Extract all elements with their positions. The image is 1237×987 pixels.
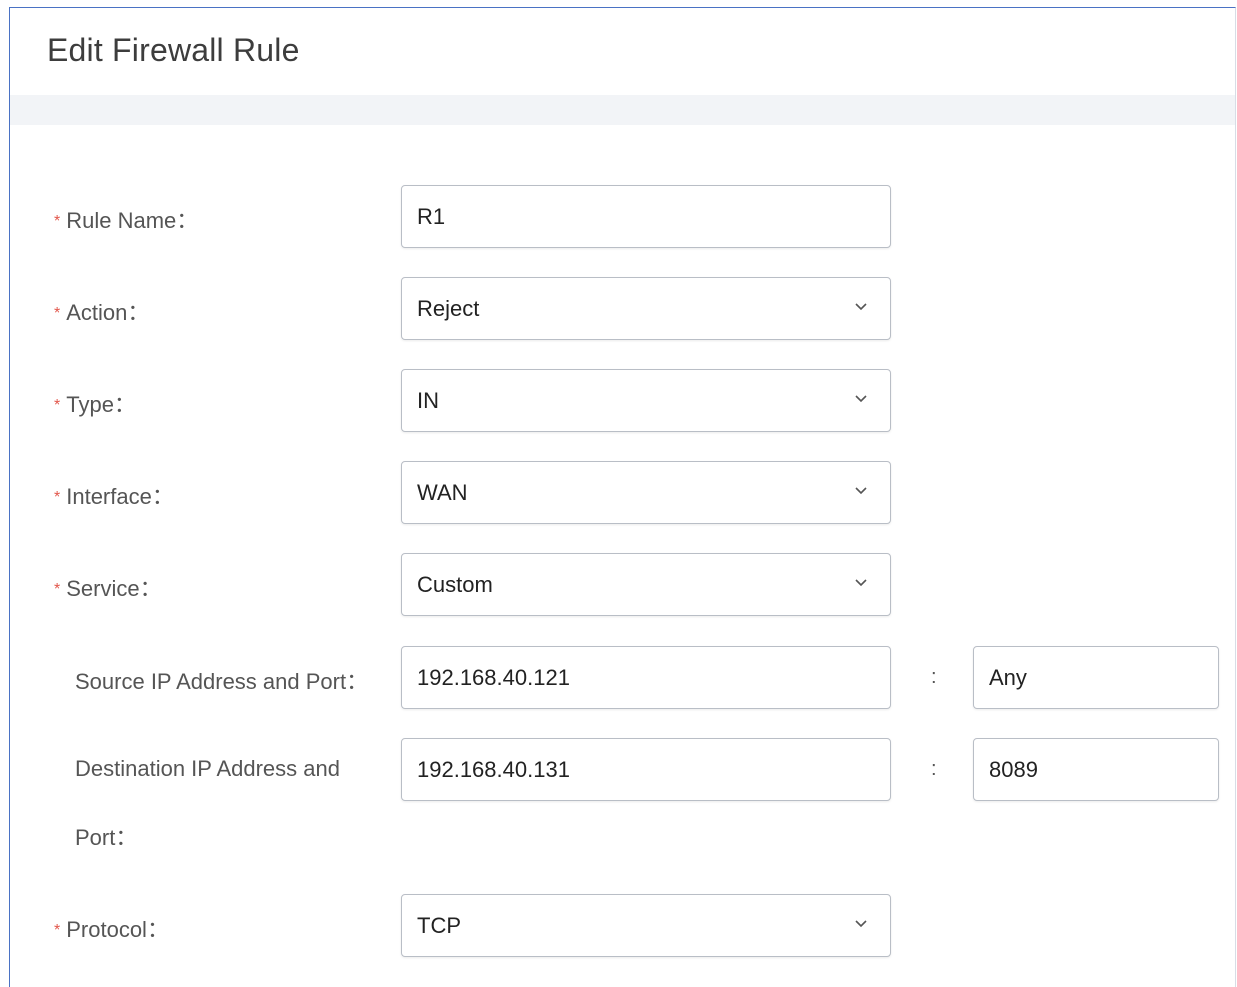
chevron-down-icon — [855, 486, 867, 494]
destination-row: Destination IP Address and Port： 192.168… — [10, 738, 1235, 858]
destination-label-line2: Port： — [75, 825, 138, 850]
destination-separator: : — [931, 758, 937, 780]
required-marker: * — [54, 397, 61, 414]
protocol-select[interactable]: TCP — [401, 894, 891, 957]
destination-port-input[interactable]: 8089 — [973, 738, 1219, 801]
service-select[interactable]: Custom — [401, 553, 891, 616]
interface-label: * Interface： — [54, 484, 174, 509]
chevron-down-icon — [855, 919, 867, 927]
type-label: * Type： — [54, 392, 136, 417]
required-marker: * — [54, 922, 61, 939]
type-selected-value: IN — [417, 387, 439, 413]
chevron-down-icon — [855, 394, 867, 402]
source-port-input[interactable]: Any — [973, 646, 1219, 709]
required-marker: * — [54, 581, 61, 598]
protocol-label: * Protocol： — [54, 917, 169, 942]
action-row: * Action： Reject — [10, 277, 1235, 340]
destination-ip-value: 192.168.40.131 — [417, 756, 570, 782]
required-marker: * — [54, 305, 61, 322]
destination-ip-input[interactable]: 192.168.40.131 — [401, 738, 891, 801]
destination-label-line1: Destination IP Address and — [75, 756, 340, 781]
rule-name-input[interactable]: R1 — [401, 185, 891, 248]
source-row: Source IP Address and Port： 192.168.40.1… — [10, 646, 1235, 709]
dialog-title: Edit Firewall Rule — [47, 32, 300, 68]
source-ip-value: 192.168.40.121 — [417, 664, 570, 690]
rule-name-label: * Rule Name： — [54, 208, 199, 233]
header-divider-band — [10, 95, 1235, 125]
source-label: Source IP Address and Port： — [75, 669, 369, 694]
action-select[interactable]: Reject — [401, 277, 891, 340]
source-port-value: Any — [989, 664, 1027, 690]
edit-firewall-rule-dialog: Edit Firewall Rule * Rule Name： R1 * Actio… — [9, 7, 1236, 987]
required-marker: * — [54, 489, 61, 506]
service-row: * Service： Custom — [10, 553, 1235, 616]
source-ip-input[interactable]: 192.168.40.121 — [401, 646, 891, 709]
service-selected-value: Custom — [417, 571, 493, 597]
rule-name-row: * Rule Name： R1 — [10, 185, 1235, 248]
action-label: * Action： — [54, 300, 150, 325]
interface-select[interactable]: WAN — [401, 461, 891, 524]
destination-port-value: 8089 — [989, 756, 1038, 782]
source-separator: : — [931, 666, 937, 688]
chevron-down-icon — [855, 578, 867, 586]
action-selected-value: Reject — [417, 295, 480, 321]
type-select[interactable]: IN — [401, 369, 891, 432]
protocol-selected-value: TCP — [417, 912, 461, 938]
service-label: * Service： — [54, 576, 162, 601]
protocol-row: * Protocol： TCP — [10, 894, 1235, 957]
chevron-down-icon — [855, 302, 867, 310]
type-row: * Type： IN — [10, 369, 1235, 432]
interface-selected-value: WAN — [417, 479, 468, 505]
rule-name-value: R1 — [417, 203, 446, 229]
dialog-header: Edit Firewall Rule — [10, 8, 1235, 95]
required-marker: * — [54, 213, 61, 230]
interface-row: * Interface： WAN — [10, 461, 1235, 524]
